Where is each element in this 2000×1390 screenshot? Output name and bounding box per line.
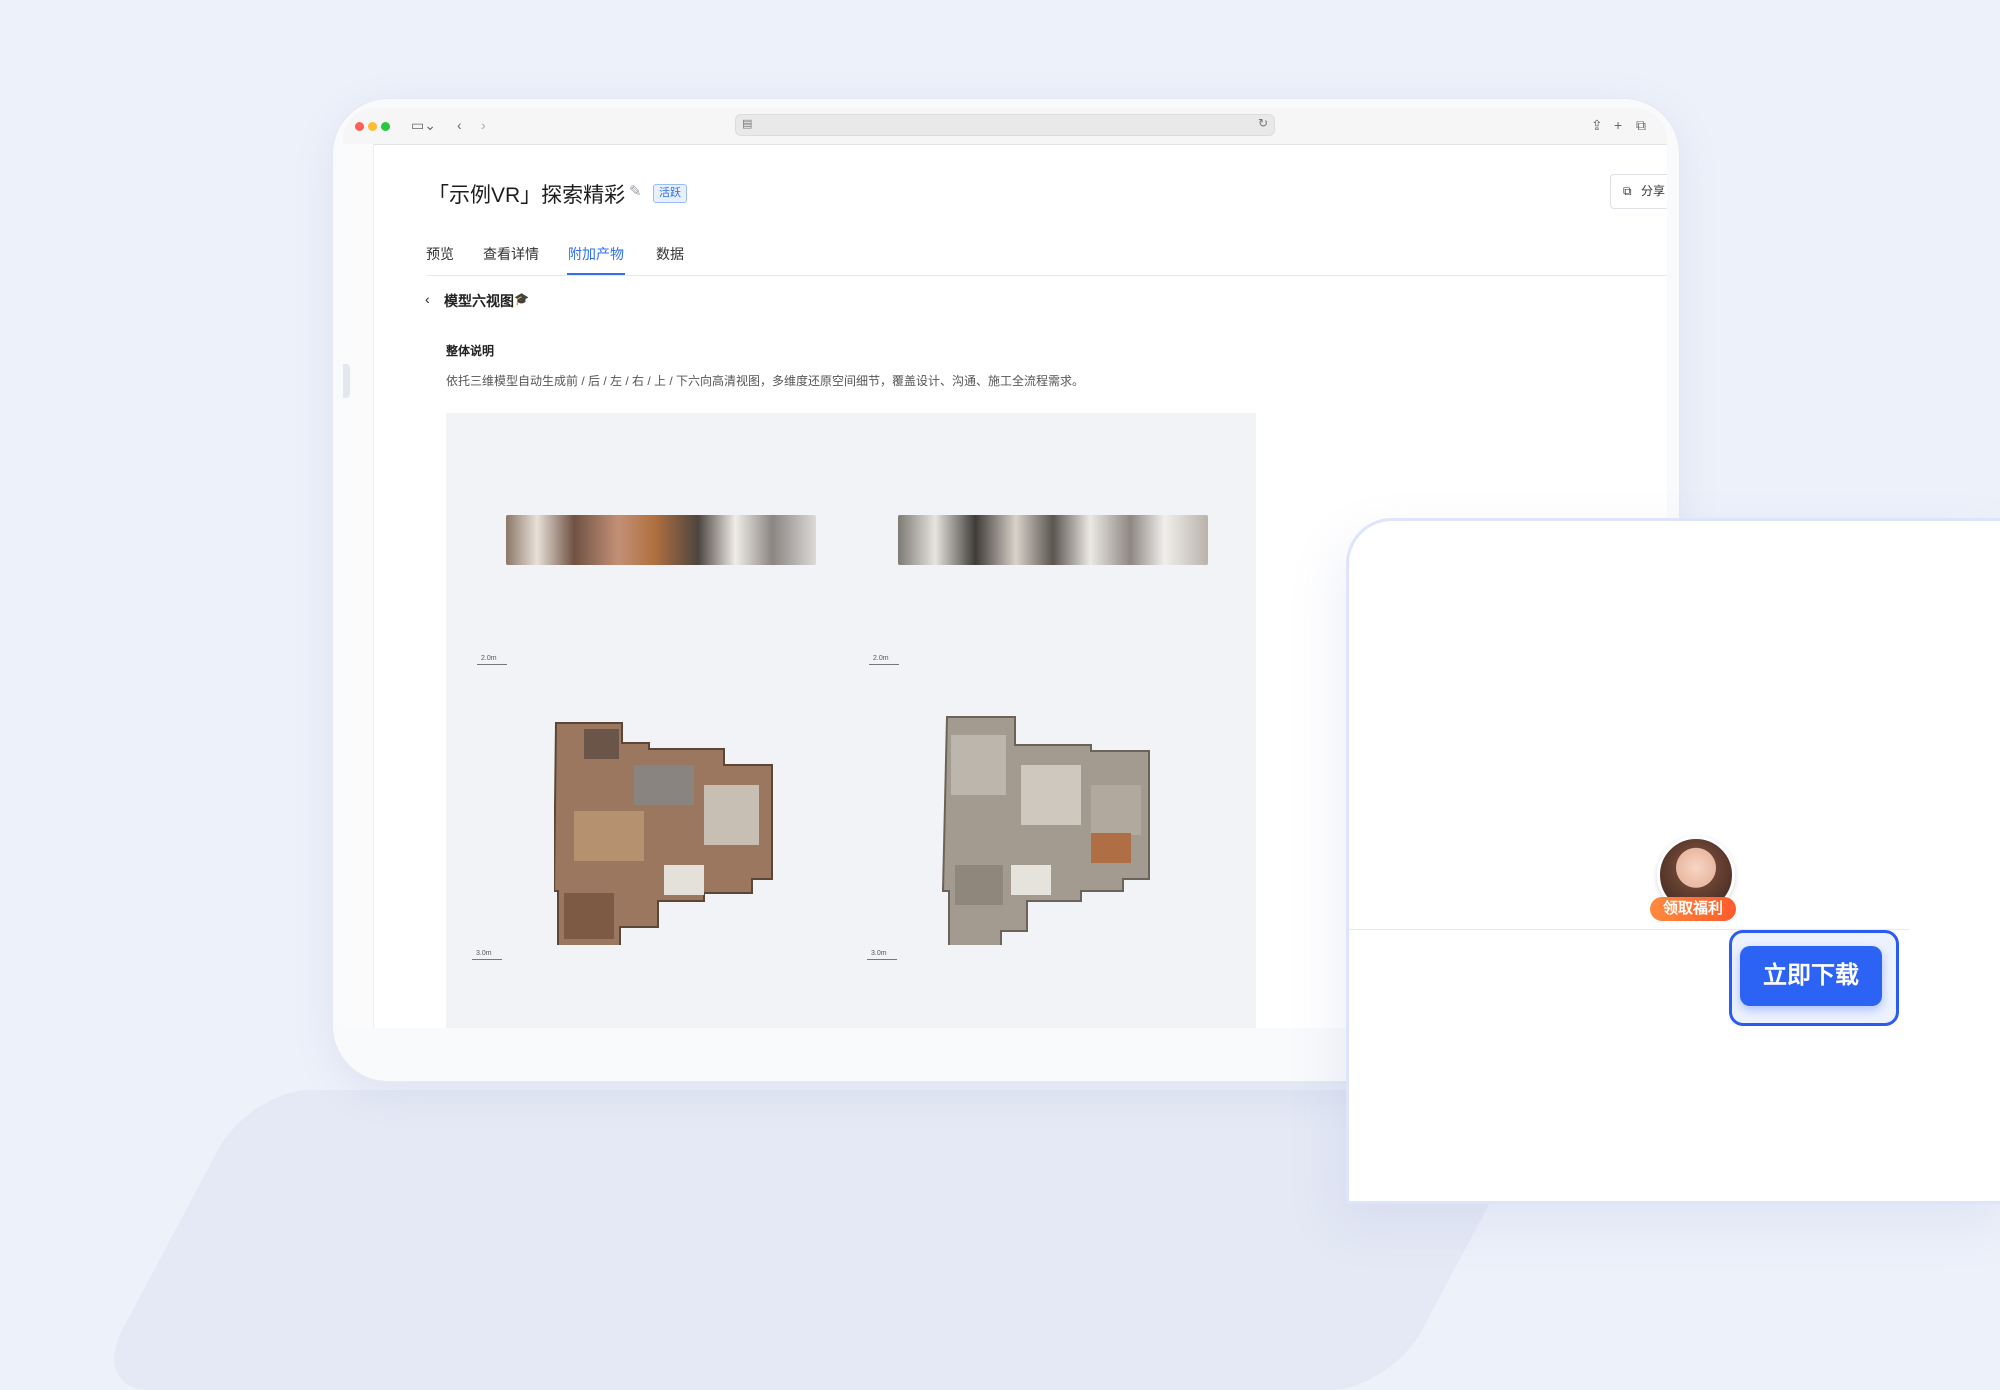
- back-elevation-view[interactable]: [898, 515, 1208, 565]
- overview-title: 整体说明: [446, 344, 495, 358]
- address-bar[interactable]: ▤ ↻: [735, 114, 1275, 136]
- background-shape: [90, 1090, 1550, 1390]
- tabs-overview-icon[interactable]: ⧉: [1636, 117, 1646, 133]
- overview-description: 依托三维模型自动生成前 / 后 / 左 / 右 / 上 / 下六向高清视图，多维…: [446, 374, 1085, 388]
- floor-plan-bottom-view[interactable]: [941, 715, 1161, 945]
- section-title: 模型六视图: [444, 293, 514, 309]
- share-icon[interactable]: ⇪: [1591, 117, 1603, 133]
- close-window-button[interactable]: [355, 122, 364, 131]
- tab-details[interactable]: 查看详情: [483, 244, 539, 264]
- reload-icon[interactable]: ↻: [1258, 116, 1268, 130]
- maximize-window-button[interactable]: [381, 122, 390, 131]
- side-rail: [343, 144, 374, 1028]
- tab-divider: [426, 275, 1667, 276]
- six-view-panel: 2.0m 2.0m 3.0m 3.0m: [446, 413, 1256, 1028]
- edit-icon[interactable]: ✎: [629, 182, 642, 200]
- minimize-window-button[interactable]: [368, 122, 377, 131]
- tab-data[interactable]: 数据: [656, 244, 684, 264]
- floor-plan-top-view[interactable]: [554, 715, 774, 945]
- status-badge: 活跃: [653, 184, 687, 203]
- front-elevation-view[interactable]: [506, 515, 816, 565]
- graduation-cap-icon: 🎓: [514, 292, 529, 306]
- page-title: 「示例VR」探索精彩: [428, 184, 626, 207]
- download-button[interactable]: 立即下载: [1740, 946, 1882, 1006]
- tab-extras[interactable]: 附加产物: [568, 244, 624, 264]
- browser-titlebar: ▭⌄ ‹ › ▤ ↻ ⇪ + ⧉: [343, 108, 1667, 145]
- new-tab-icon[interactable]: +: [1614, 117, 1622, 133]
- share-label: 分享: [1641, 184, 1666, 198]
- scale-label: 2.0m: [869, 655, 899, 665]
- external-link-icon: ⧉: [1623, 184, 1632, 198]
- tab-preview[interactable]: 预览: [426, 244, 454, 264]
- benefit-tag[interactable]: 领取福利: [1650, 897, 1736, 921]
- forward-nav-icon[interactable]: ›: [481, 117, 486, 133]
- scale-label: 3.0m: [472, 950, 502, 960]
- scale-label: 3.0m: [867, 950, 897, 960]
- back-nav-icon[interactable]: ‹: [457, 117, 462, 133]
- chevron-left-icon[interactable]: ‹: [425, 291, 430, 307]
- scale-label: 2.0m: [477, 655, 507, 665]
- share-button[interactable]: ⧉ 分享: [1610, 174, 1667, 209]
- rail-handle[interactable]: [343, 364, 350, 398]
- page-icon: ▤: [742, 118, 753, 130]
- sidebar-toggle-icon[interactable]: ▭⌄: [411, 117, 436, 133]
